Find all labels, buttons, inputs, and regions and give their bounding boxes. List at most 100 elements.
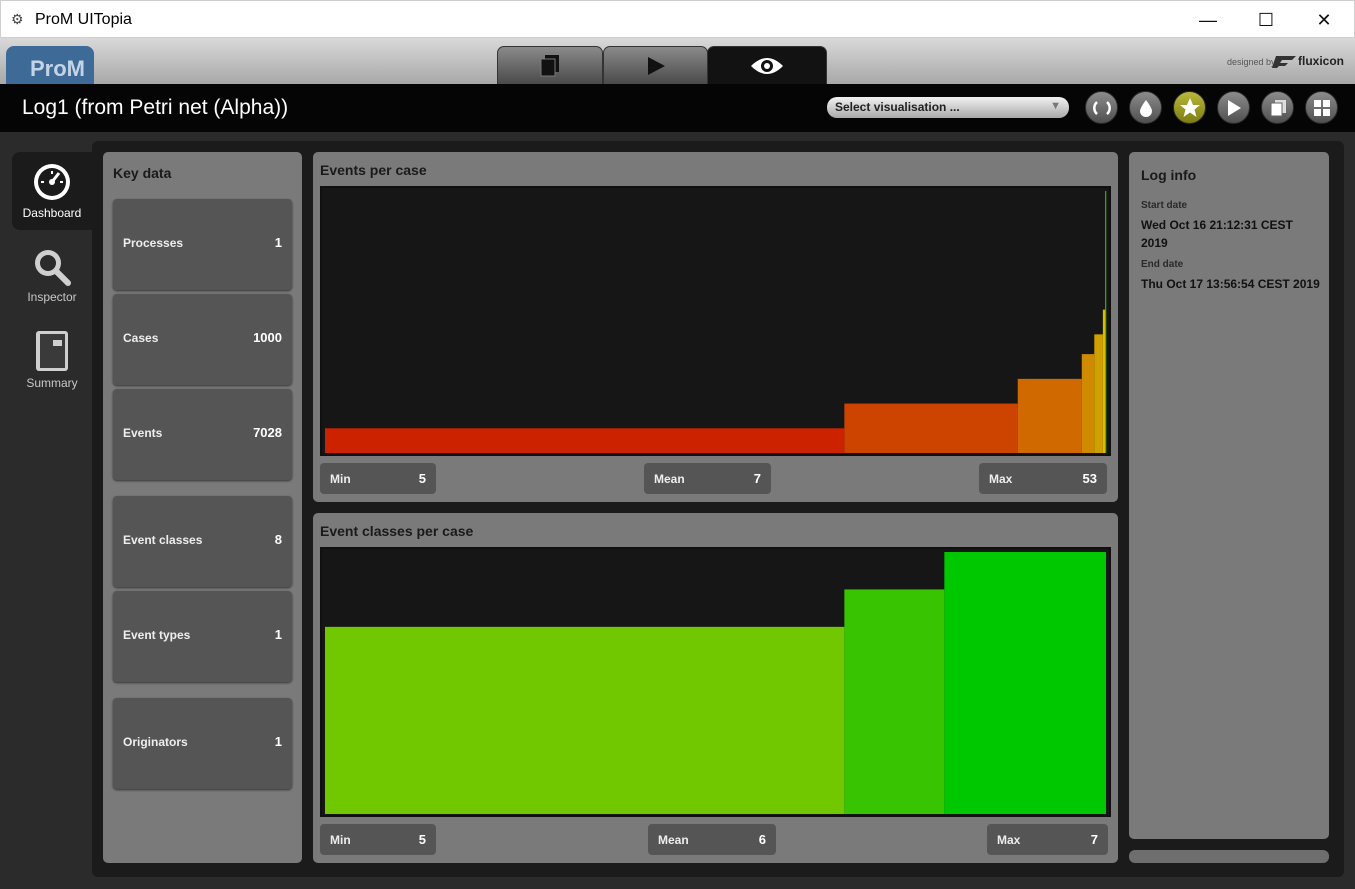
chart-bar <box>325 626 845 814</box>
key-data-value: 7028 <box>253 425 282 440</box>
key-data-label: Originators <box>123 735 188 749</box>
refresh-icon <box>1092 100 1111 115</box>
favorite-button[interactable] <box>1173 91 1206 124</box>
event-classes-per-case-panel: Event classes per case Min 5 Mean 6 Max … <box>313 513 1118 863</box>
key-data-value: 1000 <box>253 330 282 345</box>
key-data-card: Event types 1 <box>113 591 292 682</box>
nav-label: Summary <box>26 376 78 390</box>
key-data-value: 8 <box>274 532 282 547</box>
start-date-label: Start date <box>1141 200 1188 211</box>
documents-icon <box>540 54 559 76</box>
nav-label: Inspector <box>27 290 77 304</box>
events-mean-stat: Mean 7 <box>644 463 771 494</box>
key-data-label: Processes <box>123 236 184 250</box>
magnifier-icon <box>35 250 71 286</box>
stat-label: Max <box>989 472 1013 486</box>
log-info-scrollbar[interactable] <box>1129 850 1329 863</box>
key-data-card: Cases 1000 <box>113 294 292 385</box>
start-date-value: Wed Oct 16 21:12:31 CEST 2019 <box>1141 218 1293 250</box>
stat-label: Max <box>997 833 1021 847</box>
view-header: Log1 (from Petri net (Alpha)) Select vis… <box>0 84 1355 132</box>
events-per-case-chart <box>320 186 1111 456</box>
events-min-stat: Min 5 <box>320 463 436 494</box>
chart-bar <box>1081 354 1095 453</box>
close-button[interactable]: ✕ <box>1295 1 1353 39</box>
key-data-card: Event classes 8 <box>113 496 292 587</box>
event-classes-per-case-chart <box>320 547 1111 817</box>
fluxicon-brand: fluxicon <box>1298 54 1345 68</box>
play-icon <box>1227 99 1241 116</box>
chart-bar <box>1102 309 1106 453</box>
key-data-value: 1 <box>274 235 282 250</box>
key-data-label: Events <box>123 426 163 440</box>
key-data-label: Cases <box>123 331 159 345</box>
stat-value: 5 <box>418 471 426 486</box>
nav-dashboard[interactable]: Dashboard <box>12 152 92 230</box>
stat-value: 53 <box>1082 471 1097 486</box>
log-info-title: Log info <box>1141 167 1197 183</box>
stat-label: Mean <box>654 472 685 486</box>
chart-bar <box>844 589 945 814</box>
fluxicon-logo-icon <box>1272 56 1296 68</box>
nav-inspector[interactable]: Inspector <box>12 236 92 314</box>
event-classes-per-case-svg <box>325 552 1106 814</box>
chart-bar <box>944 552 1106 814</box>
key-data-panel: Key data Processes 1 Cases 1000 Events 7… <box>103 152 302 863</box>
nav-label: Dashboard <box>22 206 82 220</box>
star-icon <box>1179 97 1200 117</box>
chart-bar <box>1017 378 1082 453</box>
key-data-value: 1 <box>274 734 282 749</box>
key-data-card: Events 7028 <box>113 389 292 480</box>
key-data-value: 1 <box>274 627 282 642</box>
key-data-title: Key data <box>113 165 172 181</box>
dashboard-content: Key data Processes 1 Cases 1000 Events 7… <box>92 141 1344 877</box>
events-max-stat: Max 53 <box>979 463 1107 494</box>
event-classes-per-case-title: Event classes per case <box>320 523 474 539</box>
grid-button[interactable] <box>1305 91 1338 124</box>
drop-icon <box>1139 99 1152 117</box>
stat-value: 5 <box>418 832 426 847</box>
copy-button[interactable] <box>1261 91 1294 124</box>
key-data-label: Event classes <box>123 533 203 547</box>
prom-logo: ProM <box>6 46 94 84</box>
events-per-case-svg <box>325 191 1107 453</box>
nav-summary[interactable]: Summary <box>12 320 92 398</box>
stat-value: 6 <box>758 832 766 847</box>
chart-bar <box>325 428 845 453</box>
left-nav: Dashboard Inspector Summary <box>0 132 92 889</box>
log-title: Log1 (from Petri net (Alpha)) <box>22 96 289 119</box>
chart-bar <box>1094 334 1103 453</box>
drop-button[interactable] <box>1129 91 1162 124</box>
notebook-icon <box>36 331 68 371</box>
tab-workspace[interactable] <box>497 46 603 84</box>
copy-icon <box>1270 99 1286 116</box>
tab-views[interactable] <box>707 46 827 84</box>
key-data-label: Event types <box>123 628 191 642</box>
gauge-icon <box>34 164 70 200</box>
chevron-down-icon: ▼ <box>1050 100 1061 112</box>
stat-value: 7 <box>1090 832 1098 847</box>
designed-by-label: designed by <box>1227 57 1276 67</box>
stat-label: Min <box>330 833 351 847</box>
tab-actions[interactable] <box>603 46 708 84</box>
classes-max-stat: Max 7 <box>987 824 1108 855</box>
stat-label: Mean <box>658 833 689 847</box>
window-title-bar: ⚙ ProM UITopia — ☐ ✕ <box>0 0 1355 38</box>
key-data-card: Originators 1 <box>113 698 292 789</box>
minimize-button[interactable]: — <box>1179 1 1237 39</box>
chart-bar <box>1105 191 1107 453</box>
stat-value: 7 <box>753 471 761 486</box>
maximize-button[interactable]: ☐ <box>1237 1 1295 39</box>
refresh-button[interactable] <box>1085 91 1118 124</box>
classes-mean-stat: Mean 6 <box>648 824 776 855</box>
chart-bar <box>844 403 1018 453</box>
end-date-value: Thu Oct 17 13:56:54 CEST 2019 <box>1141 277 1320 291</box>
prom-app-icon: ⚙ <box>11 11 24 27</box>
play-icon <box>647 56 665 75</box>
events-per-case-title: Events per case <box>320 162 427 178</box>
play-action-button[interactable] <box>1217 91 1250 124</box>
stat-label: Min <box>330 472 351 486</box>
classes-min-stat: Min 5 <box>320 824 436 855</box>
end-date-label: End date <box>1141 259 1184 270</box>
visualisation-select[interactable]: Select visualisation ... ▼ <box>827 97 1069 118</box>
